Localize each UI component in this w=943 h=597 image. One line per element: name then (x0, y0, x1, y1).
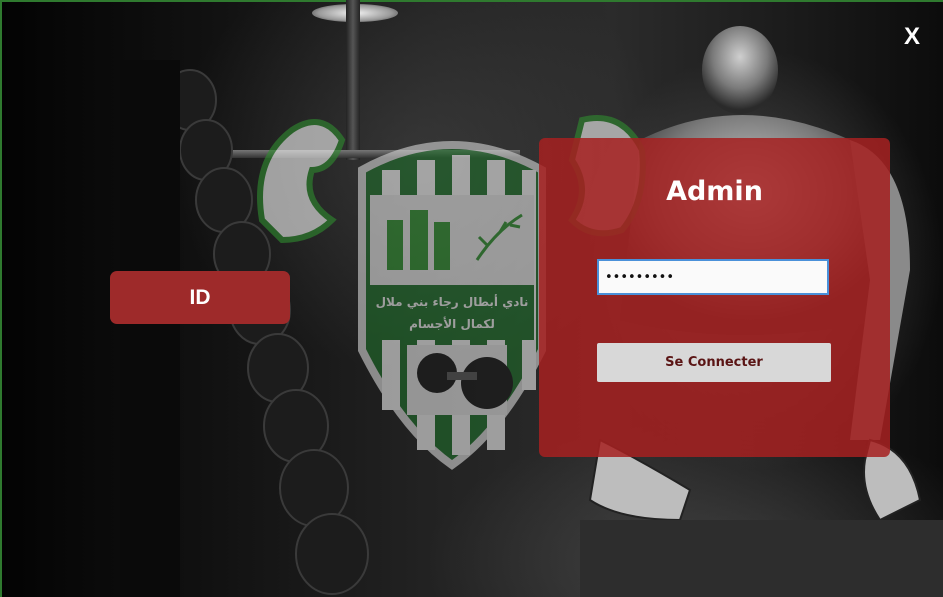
crest-text-line1: نادي أبطال رجاء بني ملال (376, 294, 529, 309)
window-left-border (0, 0, 2, 597)
window-top-border (0, 0, 943, 2)
login-window: نادي أبطال رجاء بني ملال لكمال الأجسام X… (0, 0, 943, 597)
close-button[interactable]: X (898, 22, 926, 52)
id-button[interactable]: ID (110, 271, 290, 324)
password-input[interactable] (597, 259, 829, 295)
connect-button[interactable]: Se Connecter (597, 343, 831, 382)
id-button-label: ID (189, 285, 211, 309)
login-title: Admin (666, 176, 763, 207)
crest-text-line2: لكمال الأجسام (409, 316, 495, 332)
login-panel: Admin Se Connecter (539, 138, 890, 457)
close-icon: X (903, 23, 920, 50)
